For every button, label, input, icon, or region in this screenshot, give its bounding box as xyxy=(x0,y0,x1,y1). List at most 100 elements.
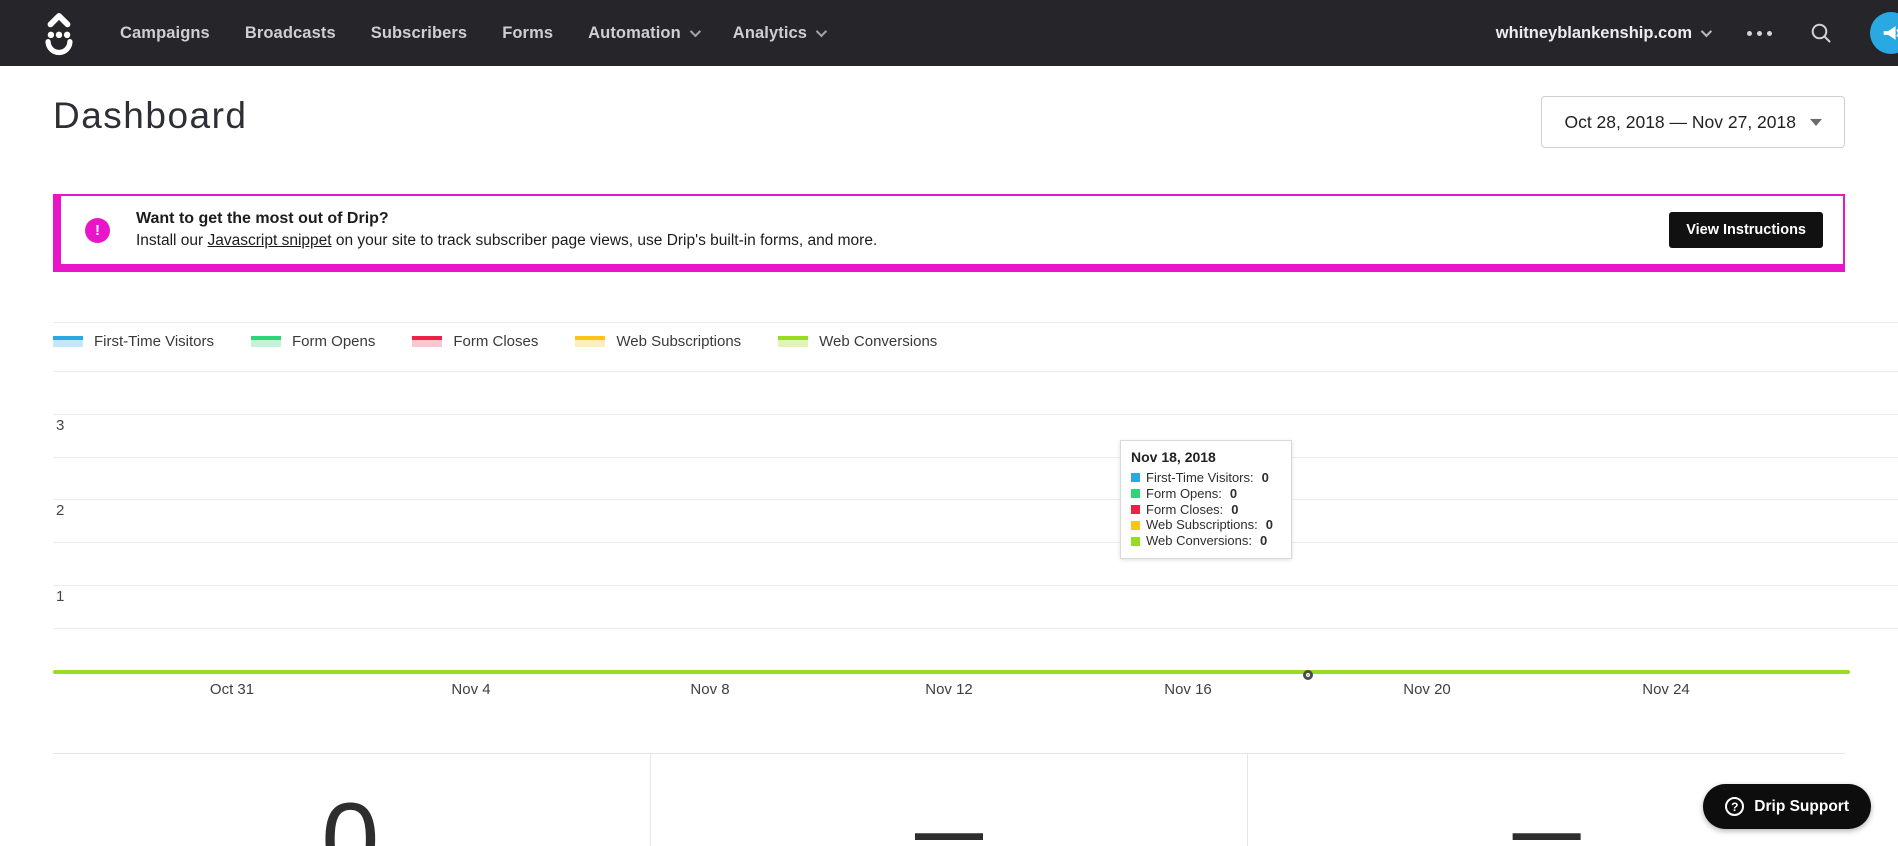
nav-item-label: Automation xyxy=(588,23,681,42)
tooltip-value: 0 xyxy=(1265,517,1273,533)
tooltip-label: Form Opens: xyxy=(1146,485,1222,501)
series-color-swatch xyxy=(1131,489,1140,499)
more-options-icon[interactable] xyxy=(1747,30,1772,36)
x-axis-tick: Nov 12 xyxy=(925,681,973,698)
chevron-down-icon xyxy=(689,25,701,38)
tooltip-row: Form Opens: 0 xyxy=(1131,486,1281,502)
stat-card: — xyxy=(649,754,1248,846)
user-avatar[interactable] xyxy=(1870,12,1898,54)
gridline xyxy=(53,499,1898,500)
x-axis-tick: Nov 20 xyxy=(1403,681,1451,698)
chart-tooltip: Nov 18, 2018 First-Time Visitors: 0 Form… xyxy=(1120,440,1292,559)
series-color-swatch xyxy=(1131,536,1140,546)
series-swatch xyxy=(575,336,606,347)
dashboard-chart: First-Time Visitors Form Opens Form Clos… xyxy=(53,322,1898,708)
series-swatch xyxy=(251,336,281,347)
tooltip-row: Form Closes: 0 xyxy=(1131,502,1281,518)
dropdown-arrow-icon xyxy=(1810,118,1822,126)
gridline xyxy=(53,628,1898,629)
legend-item-web-conversions[interactable]: Web Conversions xyxy=(778,333,937,350)
nav-item-label: Subscribers xyxy=(370,23,468,42)
chevron-down-icon xyxy=(815,25,828,38)
gridline xyxy=(53,585,1898,586)
legend-item-first-time-visitors[interactable]: First-Time Visitors xyxy=(53,333,214,350)
y-axis-tick: 2 xyxy=(56,502,65,519)
x-axis-tick: Nov 16 xyxy=(1164,681,1212,698)
stat-value: 0 xyxy=(321,782,382,846)
x-axis-tick: Nov 8 xyxy=(690,681,730,698)
legend-label: Form Closes xyxy=(453,333,539,350)
tooltip-value: 0 xyxy=(1261,470,1269,485)
stats-summary-row: 0 — — xyxy=(53,753,1845,846)
gridline xyxy=(53,414,1898,415)
series-color-swatch xyxy=(1131,473,1140,483)
alert-icon: ! xyxy=(85,217,110,243)
tooltip-row: First-Time Visitors: 0 xyxy=(1131,470,1281,486)
y-axis-tick: 3 xyxy=(56,417,65,434)
banner-body: Install our Javascript snippet on your s… xyxy=(136,230,877,252)
nav-item-label: Forms xyxy=(502,23,554,42)
help-icon: ? xyxy=(1725,797,1745,816)
tooltip-date: Nov 18, 2018 xyxy=(1131,449,1216,465)
chart-legend: First-Time Visitors Form Opens Form Clos… xyxy=(53,322,1898,357)
gridline xyxy=(53,542,1898,543)
tooltip-value: 0 xyxy=(1231,501,1239,517)
nav-item-analytics[interactable]: Analytics xyxy=(733,24,828,43)
search-icon[interactable] xyxy=(1810,22,1832,44)
javascript-snippet-link[interactable]: Javascript snippet xyxy=(208,232,332,249)
view-instructions-button[interactable]: View Instructions xyxy=(1669,212,1823,248)
drip-logo-icon[interactable] xyxy=(40,10,78,56)
tooltip-row: Web Subscriptions: 0 xyxy=(1131,517,1281,533)
legend-item-form-closes[interactable]: Form Closes xyxy=(412,333,538,350)
banner-text-block: Want to get the most out of Drip? Instal… xyxy=(136,208,877,252)
x-axis-tick: Nov 24 xyxy=(1642,681,1690,698)
stat-value-empty: — xyxy=(1512,794,1581,846)
stat-card: 0 xyxy=(53,754,650,846)
drip-support-button[interactable]: ? Drip Support xyxy=(1703,784,1871,829)
tooltip-value: 0 xyxy=(1229,485,1238,501)
tooltip-label: Web Subscriptions: xyxy=(1146,517,1258,533)
nav-item-forms[interactable]: Forms xyxy=(502,24,553,43)
nav-item-broadcasts[interactable]: Broadcasts xyxy=(245,24,336,43)
main-content: Dashboard Oct 28, 2018 — Nov 27, 2018 ! … xyxy=(0,94,1898,846)
legend-label: Form Opens xyxy=(292,333,376,350)
stat-value-empty: — xyxy=(915,794,983,846)
legend-label: Web Conversions xyxy=(819,333,938,350)
y-axis-tick: 1 xyxy=(56,588,65,605)
date-range-value: Oct 28, 2018 — Nov 27, 2018 xyxy=(1564,111,1796,132)
date-range-picker[interactable]: Oct 28, 2018 — Nov 27, 2018 xyxy=(1541,96,1845,148)
series-swatch xyxy=(53,336,83,347)
chart-plot-area[interactable]: 3 2 1 Nov 18, 2018 First-Time Visitors: … xyxy=(53,357,1898,680)
legend-item-form-opens[interactable]: Form Opens xyxy=(251,333,375,350)
nav-item-label: Broadcasts xyxy=(244,23,336,42)
tooltip-row: Web Conversions: 0 xyxy=(1131,533,1281,549)
banner-body-suffix: on your site to track subscriber page vi… xyxy=(331,232,878,249)
nav-item-label: Campaigns xyxy=(120,23,210,42)
setup-alert-banner: ! Want to get the most out of Drip? Inst… xyxy=(53,194,1845,272)
page-header: Dashboard Oct 28, 2018 — Nov 27, 2018 xyxy=(53,94,1845,148)
legend-label: First-Time Visitors xyxy=(94,333,214,350)
series-swatch xyxy=(412,336,443,347)
gridline xyxy=(53,457,1898,458)
legend-item-web-subscriptions[interactable]: Web Subscriptions xyxy=(575,333,741,350)
nav-right-group: whitneyblankenship.com xyxy=(1496,12,1898,54)
nav-item-campaigns[interactable]: Campaigns xyxy=(120,24,210,43)
legend-label: Web Subscriptions xyxy=(616,333,742,350)
account-switcher[interactable]: whitneyblankenship.com xyxy=(1496,24,1713,43)
tooltip-label: Form Closes: xyxy=(1146,501,1224,517)
x-axis-tick: Oct 31 xyxy=(209,681,255,698)
gridline xyxy=(53,371,1898,372)
x-axis-tick: Nov 4 xyxy=(451,681,491,698)
tooltip-value: 0 xyxy=(1259,533,1268,549)
series-swatch xyxy=(778,336,809,347)
x-axis: Oct 31 Nov 4 Nov 8 Nov 12 Nov 16 Nov 20 … xyxy=(53,672,1898,708)
support-label: Drip Support xyxy=(1754,797,1849,815)
nav-item-subscribers[interactable]: Subscribers xyxy=(371,24,467,43)
top-nav: Campaigns Broadcasts Subscribers Forms A… xyxy=(0,0,1898,66)
tooltip-label: Web Conversions: xyxy=(1146,533,1252,549)
primary-nav: Campaigns Broadcasts Subscribers Forms A… xyxy=(120,23,828,43)
banner-body-prefix: Install our xyxy=(136,232,208,249)
nav-item-automation[interactable]: Automation xyxy=(588,23,701,43)
banner-title: Want to get the most out of Drip? xyxy=(136,210,389,227)
megaphone-icon xyxy=(1883,26,1898,40)
